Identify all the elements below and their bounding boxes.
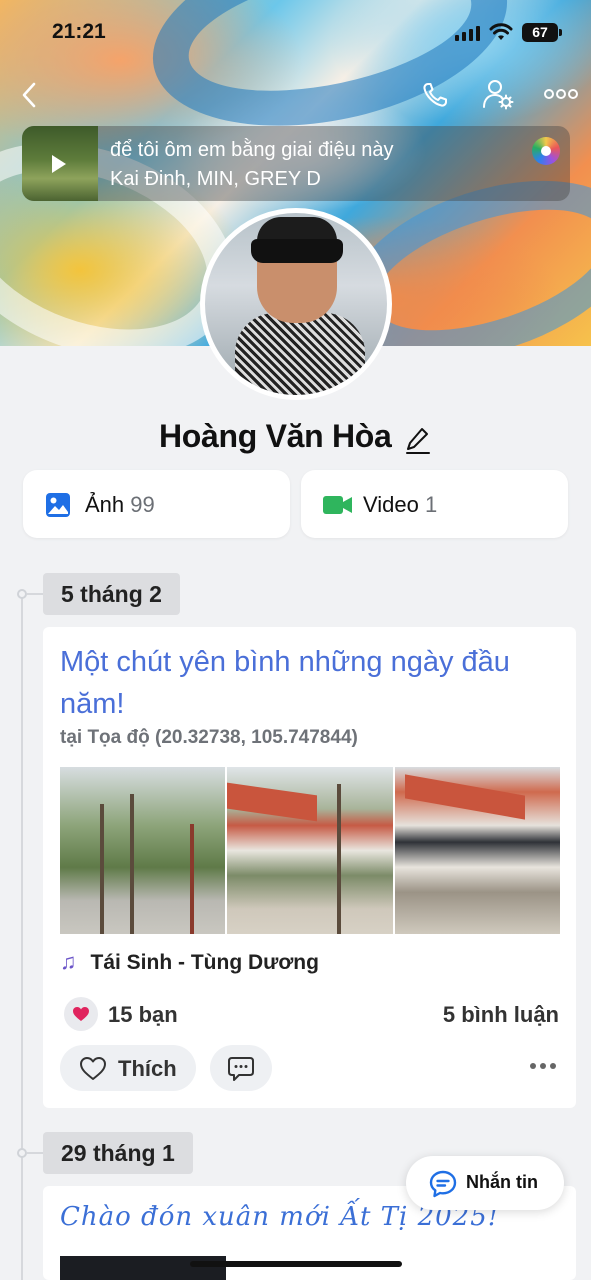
top-navigation — [0, 78, 591, 114]
post-more-options-icon[interactable] — [530, 1063, 556, 1069]
videos-button[interactable]: Video 1 — [301, 470, 568, 538]
post-card[interactable]: Một chút yên bình những ngày đầu năm! tạ… — [43, 627, 576, 1108]
wifi-icon — [489, 23, 513, 40]
post-photo[interactable] — [227, 767, 393, 934]
timeline-connector — [27, 593, 43, 595]
more-options-icon[interactable] — [543, 86, 579, 102]
message-label: Nhắn tin — [466, 1172, 538, 1192]
video-camera-icon — [323, 496, 352, 514]
comment-icon — [228, 1057, 254, 1081]
music-note-icon: ♫ — [60, 949, 77, 974]
timeline-dot — [17, 589, 27, 599]
post-photo[interactable] — [60, 767, 226, 934]
profile-settings-icon[interactable] — [482, 78, 514, 110]
edit-pencil-icon[interactable] — [404, 425, 432, 455]
home-indicator[interactable] — [190, 1261, 402, 1267]
battery-indicator: 67 — [522, 23, 562, 42]
post-song[interactable]: ♫ Tái Sinh - Tùng Dương — [60, 949, 319, 975]
photos-count: 99 — [130, 492, 155, 517]
music-title: để tôi ôm em bằng giai điệu này — [110, 139, 394, 161]
comment-button[interactable] — [210, 1045, 272, 1091]
phone-call-icon[interactable] — [420, 80, 450, 110]
post-photos[interactable] — [60, 767, 560, 934]
timeline-dot — [17, 1148, 27, 1158]
message-button[interactable]: Nhắn tin — [406, 1156, 564, 1210]
photos-button[interactable]: Ảnh 99 — [23, 470, 290, 538]
comment-count[interactable]: 5 bình luận — [443, 1002, 559, 1028]
cellular-signal-icon — [455, 26, 480, 41]
status-bar: 21:21 67 — [0, 0, 591, 64]
like-label: Thích — [118, 1056, 177, 1081]
reaction-count: 15 bạn — [108, 1002, 178, 1027]
heart-outline-icon — [80, 1057, 106, 1080]
post-song-title: Tái Sinh - Tùng Dương — [90, 951, 319, 974]
photos-label: Ảnh — [85, 492, 125, 517]
music-thumbnail[interactable] — [22, 126, 98, 201]
avatar[interactable] — [200, 208, 392, 400]
post-photo[interactable] — [394, 767, 560, 934]
like-button[interactable]: Thích — [60, 1045, 196, 1091]
videos-label: Video — [363, 492, 419, 517]
date-chip: 5 tháng 2 — [43, 573, 180, 615]
timeline-line — [21, 594, 23, 1280]
chat-bubble-icon — [429, 1170, 457, 1198]
date-chip: 29 tháng 1 — [43, 1132, 193, 1174]
music-disc-icon[interactable] — [532, 137, 560, 165]
music-artists: Kai Đinh, MIN, GREY D — [110, 168, 321, 190]
timeline-connector — [27, 1152, 43, 1154]
play-icon[interactable] — [52, 155, 66, 173]
post-location[interactable]: tại Tọa độ (20.32738, 105.747844) — [60, 727, 358, 749]
profile-music-banner[interactable]: để tôi ôm em bằng giai điệu này Kai Đinh… — [22, 126, 570, 201]
profile-name: Hoàng Văn Hòa — [158, 418, 392, 454]
profile-name-row: Hoàng Văn Hòa — [0, 418, 591, 455]
photo-icon — [46, 493, 70, 517]
videos-count: 1 — [425, 492, 438, 517]
status-time: 21:21 — [52, 20, 106, 43]
back-icon[interactable] — [18, 80, 42, 110]
post-title[interactable]: Một chút yên bình những ngày đầu năm! — [60, 641, 560, 725]
post-photo[interactable] — [60, 1256, 226, 1280]
heart-reaction-icon — [64, 997, 98, 1031]
